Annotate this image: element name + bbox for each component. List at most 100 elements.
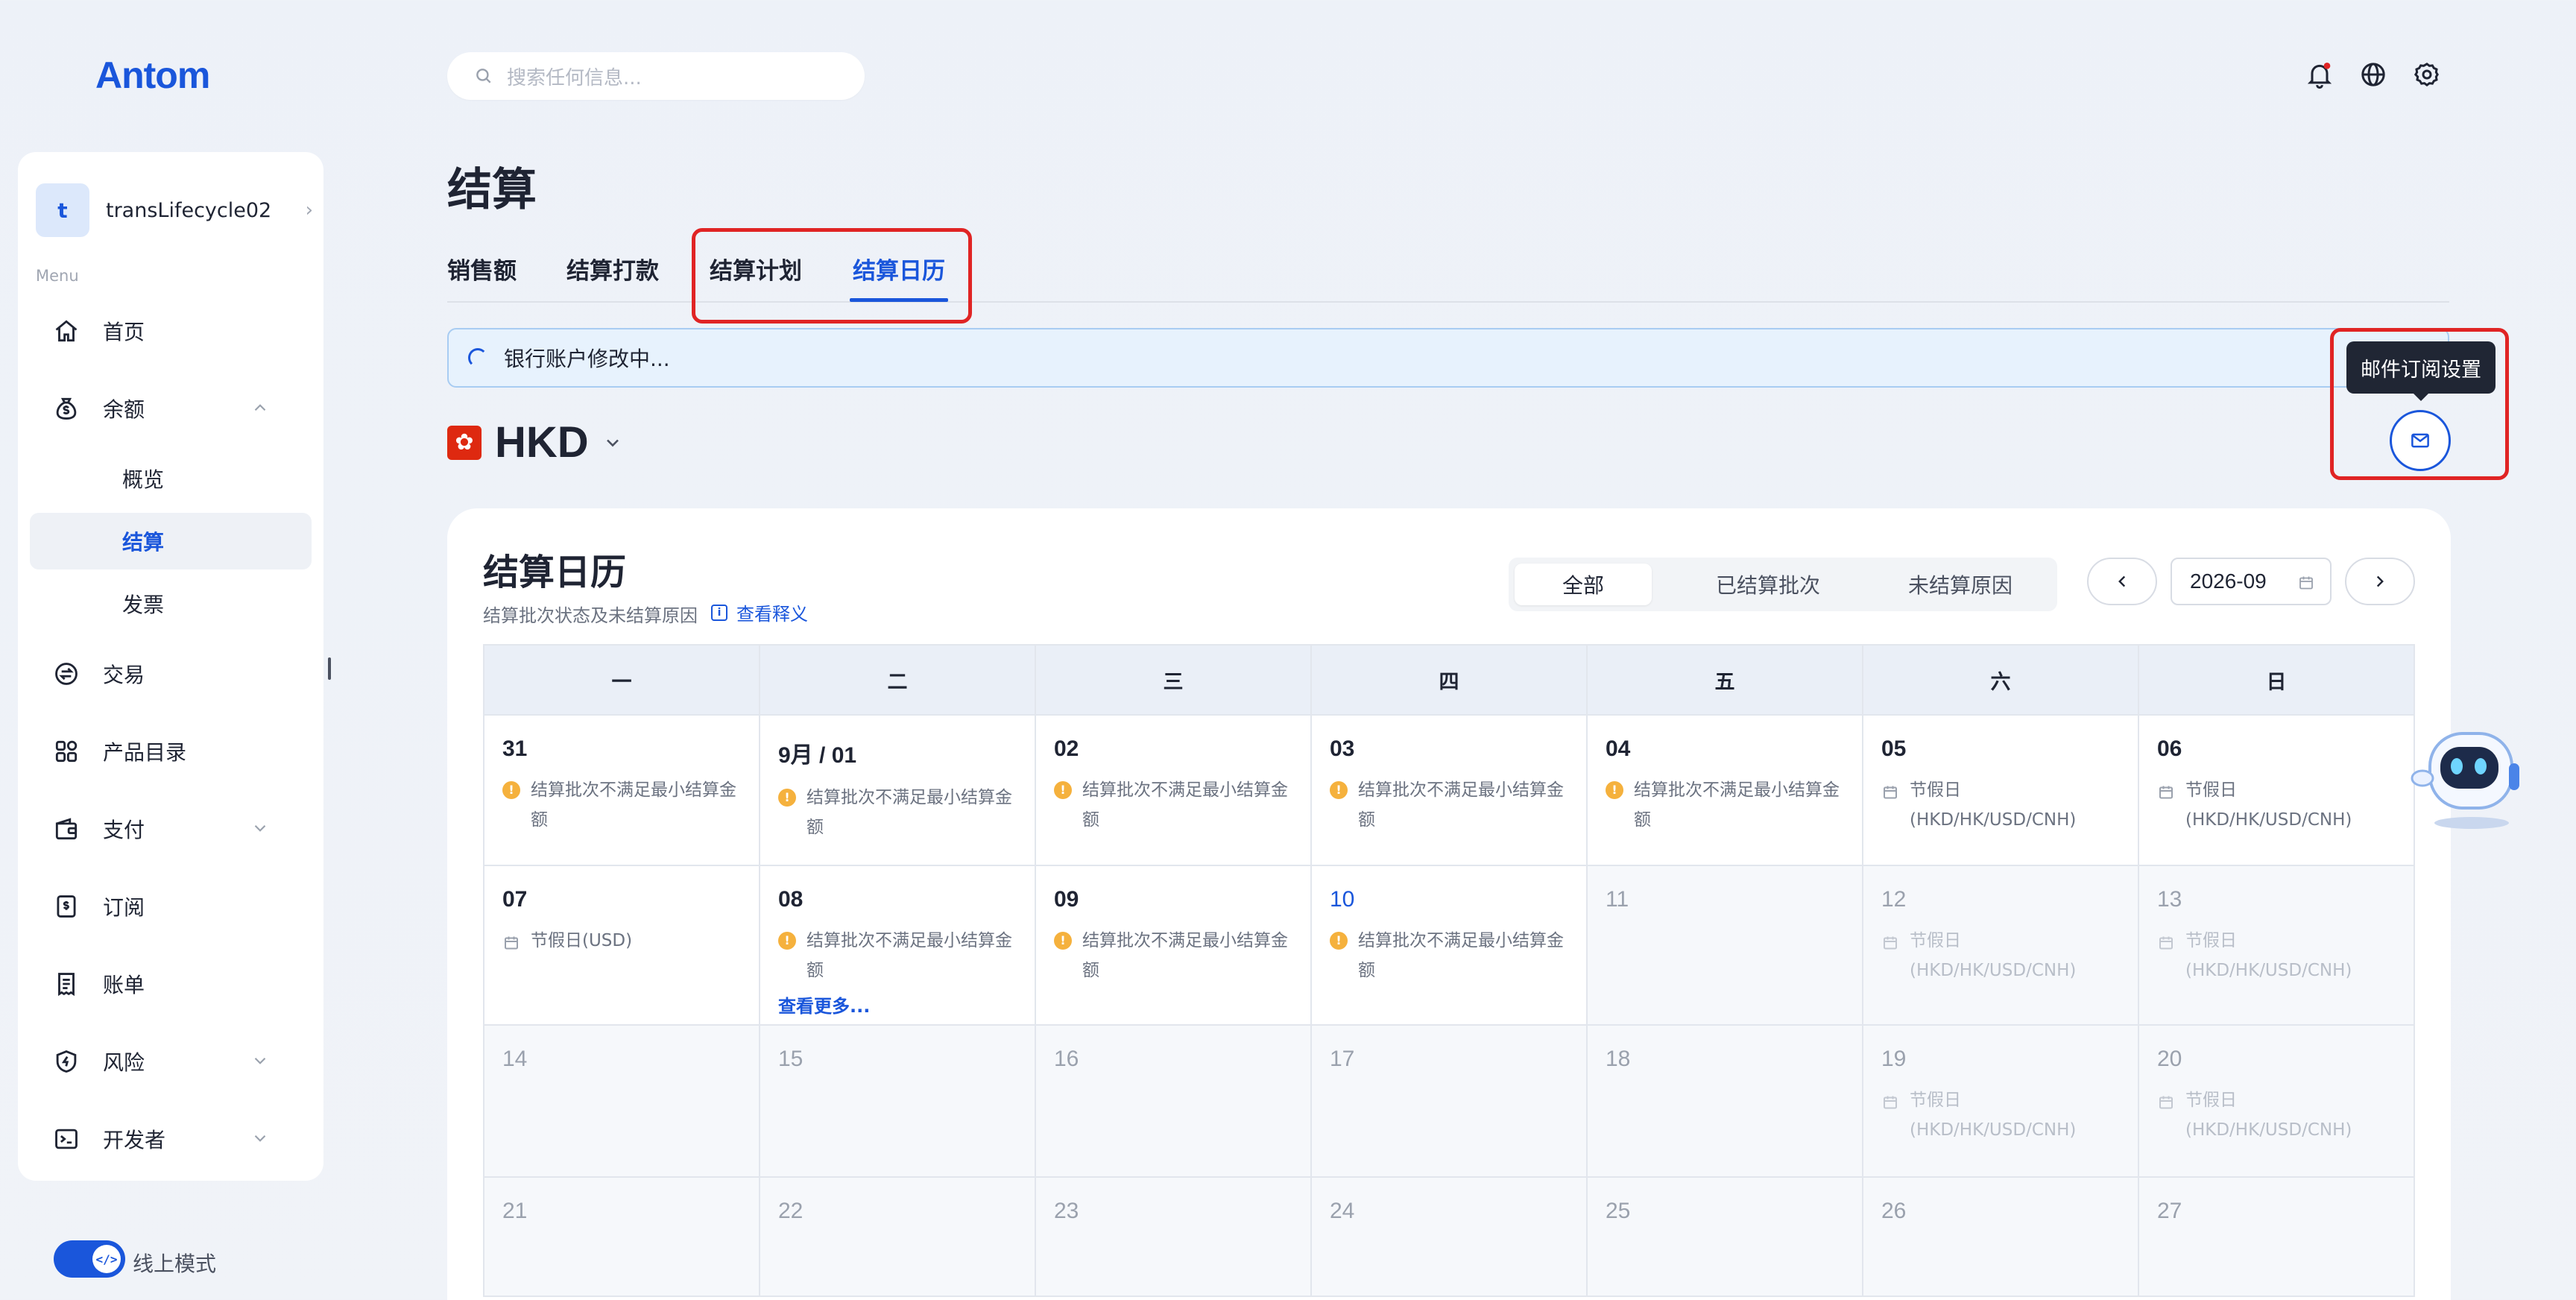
calendar-day[interactable]: 15 xyxy=(760,1026,1036,1178)
calendar-day[interactable]: 23 xyxy=(1036,1178,1312,1297)
sidebar-item-risk[interactable]: 风险 xyxy=(30,1033,312,1090)
note-text: 结算批次不满足最小结算金额 xyxy=(1634,780,1840,830)
search-bar[interactable]: 搜索任何信息... xyxy=(447,52,865,100)
ai-assistant-robot[interactable] xyxy=(2397,722,2531,833)
warning-icon: ! xyxy=(1606,781,1623,799)
calendar-day[interactable]: 11 xyxy=(1588,866,1863,1026)
sidebar-item-balance[interactable]: 余额 xyxy=(30,380,312,437)
sidebar-item-label: 支付 xyxy=(103,818,145,842)
calendar-day[interactable]: 08! 结算批次不满足最小结算金额 查看更多... xyxy=(760,866,1036,1026)
calendar-day[interactable]: 9月 / 01 ! 结算批次不满足最小结算金额 xyxy=(760,716,1036,866)
settings-button[interactable] xyxy=(2412,60,2442,92)
weekday-sat: 六 xyxy=(1863,646,2139,714)
highlight-tabs xyxy=(692,228,972,324)
note-text: 节假日(HKD/HK/USD/CNH) xyxy=(2185,931,2352,980)
warning-icon: ! xyxy=(1330,781,1348,799)
calendar-day[interactable]: 12 节假日(HKD/HK/USD/CNH) xyxy=(1863,866,2139,1026)
sidebar-item-label: 交易 xyxy=(103,663,145,687)
note-text: 结算批次不满足最小结算金额 xyxy=(1082,780,1288,830)
calendar-icon xyxy=(1881,781,1899,799)
menu-caption: Menu xyxy=(36,267,79,285)
loading-spinner-icon xyxy=(468,348,487,367)
calendar-day[interactable]: 27 xyxy=(2139,1178,2415,1297)
language-button[interactable] xyxy=(2358,60,2388,92)
tab-sales[interactable]: 销售额 xyxy=(447,252,517,285)
note-text: 节假日(HKD/HK/USD/CNH) xyxy=(2185,780,2352,830)
tooltip-arrow xyxy=(2412,392,2430,401)
calendar-icon xyxy=(2157,1091,2175,1109)
sidebar-item-bills[interactable]: 账单 xyxy=(30,956,312,1012)
calendar-day[interactable]: 05 节假日(HKD/HK/USD/CNH) xyxy=(1863,716,2139,866)
weekday-fri: 五 xyxy=(1588,646,1863,714)
sidebar-item-label: 首页 xyxy=(103,320,145,344)
calendar-day[interactable]: 10! 结算批次不满足最小结算金额 xyxy=(1312,866,1588,1026)
note-text: 结算批次不满足最小结算金额 xyxy=(806,788,1012,837)
sidebar-item-label: 概览 xyxy=(122,467,165,492)
day-number: 31 xyxy=(502,736,528,761)
next-month-button[interactable] xyxy=(2345,558,2415,605)
calendar-day[interactable]: 16 xyxy=(1036,1026,1312,1178)
month-picker[interactable]: 2026-09 xyxy=(2171,558,2332,605)
calendar-day[interactable]: 04! 结算批次不满足最小结算金额 xyxy=(1588,716,1863,866)
sidebar-item-overview[interactable]: 概览 xyxy=(30,450,312,507)
warning-icon: ! xyxy=(1330,932,1348,950)
note-text: 结算批次不满足最小结算金额 xyxy=(1358,931,1564,980)
day-number: 19 xyxy=(1881,1047,1907,1071)
filter-all[interactable]: 全部 xyxy=(1515,564,1652,605)
notification-button[interactable] xyxy=(2305,60,2334,92)
calendar-day[interactable]: 13 节假日(HKD/HK/USD/CNH) xyxy=(2139,866,2415,1026)
sidebar-item-settlement[interactable]: 结算 xyxy=(30,513,312,569)
calendar-day[interactable]: 20 节假日(HKD/HK/USD/CNH) xyxy=(2139,1026,2415,1178)
account-switcher[interactable]: t transLifecycle02 › xyxy=(36,179,313,242)
calendar-day[interactable]: 24 xyxy=(1312,1178,1588,1297)
calendar-day[interactable]: 19 节假日(HKD/HK/USD/CNH) xyxy=(1863,1026,2139,1178)
antom-logo[interactable]: Antom xyxy=(95,54,210,97)
min-amount-warning: ! 结算批次不满足最小结算金额 xyxy=(1330,775,1568,835)
weekday-wed: 三 xyxy=(1036,646,1312,714)
sidebar-item-home[interactable]: 首页 xyxy=(30,303,312,359)
view-more-link[interactable]: 查看更多... xyxy=(778,991,1017,1017)
globe-icon xyxy=(2361,63,2385,86)
currency-selector[interactable]: ✿ HKD xyxy=(447,417,623,467)
calendar-day[interactable]: 21 xyxy=(484,1178,760,1297)
warning-icon: ! xyxy=(778,932,796,950)
currency-code: HKD xyxy=(495,418,589,467)
sidebar-item-payments[interactable]: 支付 xyxy=(30,801,312,857)
account-name: transLifecycle02 xyxy=(106,198,272,222)
calendar-day[interactable]: 31! 结算批次不满足最小结算金额 xyxy=(484,716,760,866)
day-number: 9月 / 01 xyxy=(778,743,857,768)
calendar-day[interactable]: 09! 结算批次不满足最小结算金额 xyxy=(1036,866,1312,1026)
calendar-day[interactable]: 07 节假日(USD) xyxy=(484,866,760,1026)
sidebar-item-product-catalog[interactable]: 产品目录 xyxy=(30,723,312,780)
calendar-day[interactable]: 22 xyxy=(760,1178,1036,1297)
calendar-day[interactable]: 25 xyxy=(1588,1178,1863,1297)
shield-icon xyxy=(56,1050,77,1073)
live-mode-toggle[interactable]: </> xyxy=(54,1240,125,1278)
tab-settlement-payout[interactable]: 结算打款 xyxy=(566,252,659,285)
calendar-day[interactable]: 06 节假日(HKD/HK/USD/CNH) xyxy=(2139,716,2415,866)
sidebar-resize-handle[interactable] xyxy=(328,657,331,680)
calendar-day[interactable]: 02! 结算批次不满足最小结算金额 xyxy=(1036,716,1312,866)
calendar-day[interactable]: 17 xyxy=(1312,1026,1588,1178)
sidebar-item-developers[interactable]: 开发者 xyxy=(30,1111,312,1167)
view-definitions-link[interactable]: i 查看释义 xyxy=(711,599,808,625)
calendar-title: 结算日历 xyxy=(483,552,627,593)
calendar-day[interactable]: 03! 结算批次不满足最小结算金额 xyxy=(1312,716,1588,866)
prev-month-button[interactable] xyxy=(2087,558,2157,605)
sidebar-item-subscriptions[interactable]: 订阅 xyxy=(30,878,312,935)
calendar-day[interactable]: 14 xyxy=(484,1026,760,1178)
min-amount-warning: ! 结算批次不满足最小结算金额 xyxy=(778,783,1017,842)
filter-unsettled-reasons[interactable]: 未结算原因 xyxy=(1869,564,2051,605)
day-number: 22 xyxy=(778,1199,804,1223)
email-subscription-button[interactable] xyxy=(2390,410,2451,471)
sidebar-item-transactions[interactable]: 交易 xyxy=(30,646,312,702)
info-icon: i xyxy=(711,604,727,621)
calendar-week: 14 15 16 17 18 19 节假日(HKD/HK/USD/CNH) 20 节假日(HKD… xyxy=(483,1026,2415,1178)
day-number: 25 xyxy=(1606,1199,1631,1223)
filter-settled-batches[interactable]: 已结算批次 xyxy=(1664,564,1872,605)
exchange-icon xyxy=(55,663,78,685)
calendar-day[interactable]: 26 xyxy=(1863,1178,2139,1297)
holiday-note: 节假日(HKD/HK/USD/CNH) xyxy=(1881,775,2120,835)
calendar-day[interactable]: 18 xyxy=(1588,1026,1863,1178)
sidebar-item-invoice[interactable]: 发票 xyxy=(30,575,312,632)
